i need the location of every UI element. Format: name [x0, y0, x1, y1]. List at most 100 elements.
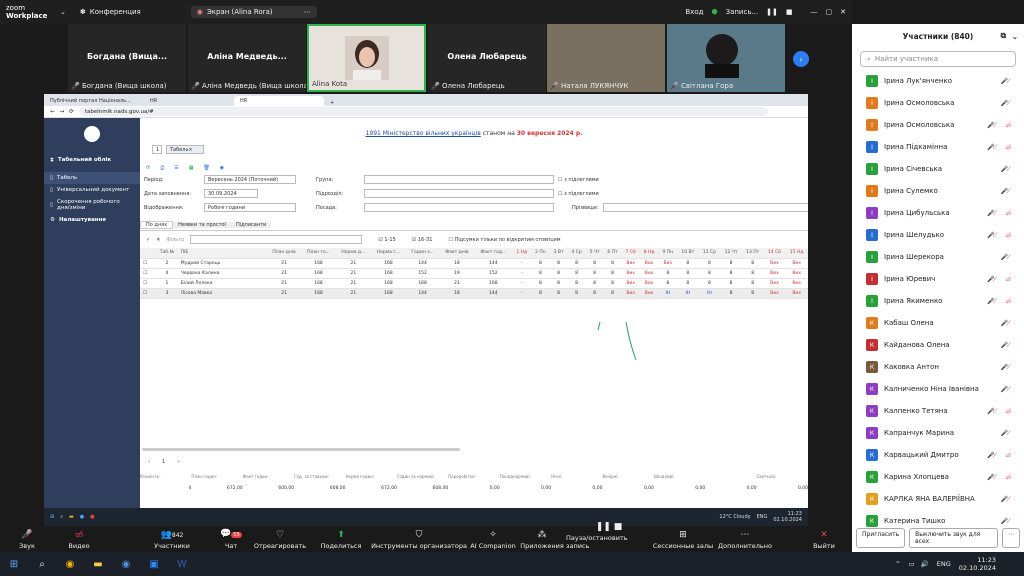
language-indicator[interactable]: ENG [937, 560, 951, 568]
filter-input[interactable] [190, 235, 363, 244]
participant-row[interactable]: К Калпенко Тетяна 🎤̸ ▭̸ [852, 400, 1024, 422]
ai-companion-button[interactable]: ✧ AI Companion [468, 526, 518, 552]
next-page-icon[interactable]: › [177, 459, 179, 465]
range-16-31-checkbox[interactable]: ☑ 16-31 [412, 237, 433, 243]
mute-button[interactable]: 🎤̸ Звук [0, 526, 54, 552]
tab-tabel[interactable]: Табель × [166, 145, 204, 154]
totals-checkbox[interactable]: ☐ Підсумки тільки по відкритим стовпцям [448, 237, 560, 243]
chat-button[interactable]: 💬 55 Чат [214, 526, 248, 552]
excel-icon[interactable]: ▦ [189, 165, 194, 171]
chrome-icon[interactable]: ◉ [59, 555, 81, 573]
folder-icon[interactable]: ▬ [87, 555, 109, 573]
view-icon[interactable]: ◉ [220, 165, 224, 171]
subdivision-select[interactable] [364, 189, 554, 198]
participant-row[interactable]: І Ірина Шерекора 🎤̸ [852, 246, 1024, 268]
tab-signers[interactable]: Підписанти [230, 222, 272, 228]
participant-row[interactable]: К КАРЛКА ЯНА ВАЛЕРІЇВНА 🎤̸ [852, 488, 1024, 510]
close-icon[interactable]: × [188, 147, 192, 153]
participant-row[interactable]: І Ірина Шелудько 🎤̸ ▭̸ [852, 224, 1024, 246]
back-icon[interactable]: ← [50, 109, 55, 115]
pause-icon[interactable]: ❚❚ [766, 8, 778, 16]
video-tile[interactable]: 🎤̸ Світлана Гора [667, 24, 785, 92]
forward-icon[interactable]: → [60, 109, 65, 115]
range-1-15-checkbox[interactable]: ☑ 1-15 [378, 237, 395, 243]
tab-absences[interactable]: Неявки та простої [173, 222, 231, 228]
word-icon[interactable]: W [171, 555, 193, 573]
chevron-down-icon[interactable]: ⌄ [60, 8, 66, 16]
entry-button[interactable]: Вход [685, 8, 703, 16]
screen-share-label[interactable]: ◉ Экран (Alina Rora) ⋯ [190, 6, 317, 18]
recording-control-button[interactable]: ❚❚ ■ Пауза/остановить запись [566, 523, 652, 552]
reload-icon[interactable]: ⟳ [69, 109, 74, 115]
participant-row[interactable]: І Ірина Цибульська 🎤̸ ▭̸ [852, 202, 1024, 224]
column-header[interactable]: 10 Вт [677, 248, 699, 259]
row-checkbox[interactable]: ☐ [140, 268, 151, 279]
column-header[interactable]: Норма д... [335, 248, 372, 259]
next-page-button[interactable]: › [793, 51, 809, 67]
participant-row[interactable]: І Ірина Осмоловська 🎤̸ ▭̸ [852, 114, 1024, 136]
column-header[interactable]: 6 Пт [603, 248, 622, 259]
position-select[interactable] [364, 203, 554, 212]
column-header[interactable]: План днів [266, 248, 302, 259]
column-header[interactable] [140, 248, 151, 259]
stop-icon[interactable]: ■ [786, 8, 793, 16]
table-row[interactable]: ☐ 2 Мудрий Старець 21 168 21 168 144 18 144-8 8 8 8 8… [140, 258, 808, 269]
windows-icon[interactable]: ⊞ [3, 555, 25, 573]
more-button[interactable]: ⋯ Дополнительно [714, 526, 776, 552]
participant-row[interactable]: І Ірина Січевська 🎤̸ [852, 158, 1024, 180]
participant-row[interactable]: І Ірина Юревич 🎤̸ ▭̸ [852, 268, 1024, 290]
participant-row[interactable]: І Ірина Сулемко 🎤̸ [852, 180, 1024, 202]
close-icon[interactable]: ✕ [156, 237, 160, 243]
participant-row[interactable]: К Кайданова Олена 🎤̸ [852, 334, 1024, 356]
column-header[interactable]: 14 Сб [763, 248, 786, 259]
page-number[interactable]: 1 [162, 459, 165, 465]
column-header[interactable]: Таб.№ [155, 248, 179, 259]
chevron-down-icon[interactable]: ⌄ [1012, 32, 1018, 41]
tab-number[interactable]: 1 [152, 145, 162, 154]
url-field[interactable]: tabelnmik.nads.gov.ua/# [78, 107, 768, 116]
period-select[interactable]: Вересень 2024 (Поточний) [204, 175, 296, 184]
participant-row[interactable]: К Карина Хлопцева 🎤̸ ▭̸ [852, 466, 1024, 488]
column-header[interactable]: 13 Пт [741, 248, 764, 259]
group-select[interactable] [364, 175, 554, 184]
video-tile[interactable]: Олена Любарець 🎤̸ Олена Любарець [428, 24, 546, 92]
search-icon[interactable]: ⌕ [60, 514, 63, 520]
mute-all-button[interactable]: Выключить звук для всех [909, 528, 998, 548]
video-tile[interactable]: 🎤̸ Наталя ЛУКЯНЧУК [547, 24, 665, 92]
column-header[interactable]: Норма г... [371, 248, 406, 259]
host-tools-button[interactable]: ⛉ Инструменты организатора [370, 526, 468, 552]
column-header[interactable]: 8 Нд [639, 248, 659, 259]
column-header[interactable]: План го... [301, 248, 336, 259]
avatar[interactable] [84, 126, 100, 142]
table-row[interactable]: ☐ 1 Білий Лелека 21 168 21 168 168 21 168-8 8 8 8 8 Ви… [140, 278, 808, 289]
horizontal-scrollbar[interactable] [142, 448, 460, 451]
maximize-icon[interactable]: ▢ [826, 8, 833, 16]
tab-by-days[interactable]: По днях [140, 221, 174, 229]
windows-icon[interactable]: ⊞ [50, 514, 54, 520]
list-icon[interactable]: ☰ [174, 165, 178, 171]
org-link[interactable]: 1991 Міністерство вільних українців [366, 130, 481, 137]
clock[interactable]: 11:23 02.10.2024 [959, 556, 996, 572]
video-tile[interactable]: Аліна Медведь... 🎤̸ Аліна Медведь (Вища ш… [188, 24, 306, 92]
sidebar-item-settings[interactable]: ⚙ Налаштування [44, 214, 140, 226]
popout-icon[interactable]: ⧉ [1001, 31, 1006, 41]
sidebar-item-tabel[interactable]: ▯ Табель [44, 172, 140, 184]
participant-row[interactable]: І Ірина Якименко 🎤̸ ▭̸ [852, 290, 1024, 312]
column-header[interactable]: Годин з... [405, 248, 440, 259]
more-button[interactable]: ⋯ [1002, 528, 1020, 548]
breakout-rooms-button[interactable]: ⊞ Сессионные залы [652, 526, 714, 552]
participant-row[interactable]: І Ірина Лук'янченко 🎤̸ [852, 70, 1024, 92]
sidebar-item-universal-doc[interactable]: ▯ Універсальний документ [44, 184, 140, 196]
sidebar-header[interactable]: ⧗ Табельний облік [44, 154, 140, 166]
conference-menu[interactable]: ✽ Конференция [80, 8, 141, 16]
app-icon[interactable]: ● [80, 514, 84, 520]
column-header[interactable]: 3 Вт [549, 248, 568, 259]
row-checkbox[interactable]: ☐ [140, 288, 151, 299]
column-header[interactable]: 9 Пн [658, 248, 678, 259]
row-checkbox[interactable]: ☐ [140, 258, 151, 269]
column-header[interactable]: 1 Нд [512, 248, 532, 259]
date-field[interactable]: 30.09.2024 [204, 189, 258, 198]
check-icon[interactable]: ✓ [146, 237, 150, 243]
participant-row[interactable]: К Калниченко Ніна Іванівна 🎤̸ [852, 378, 1024, 400]
leave-button[interactable]: ✕ Выйти [796, 526, 852, 552]
